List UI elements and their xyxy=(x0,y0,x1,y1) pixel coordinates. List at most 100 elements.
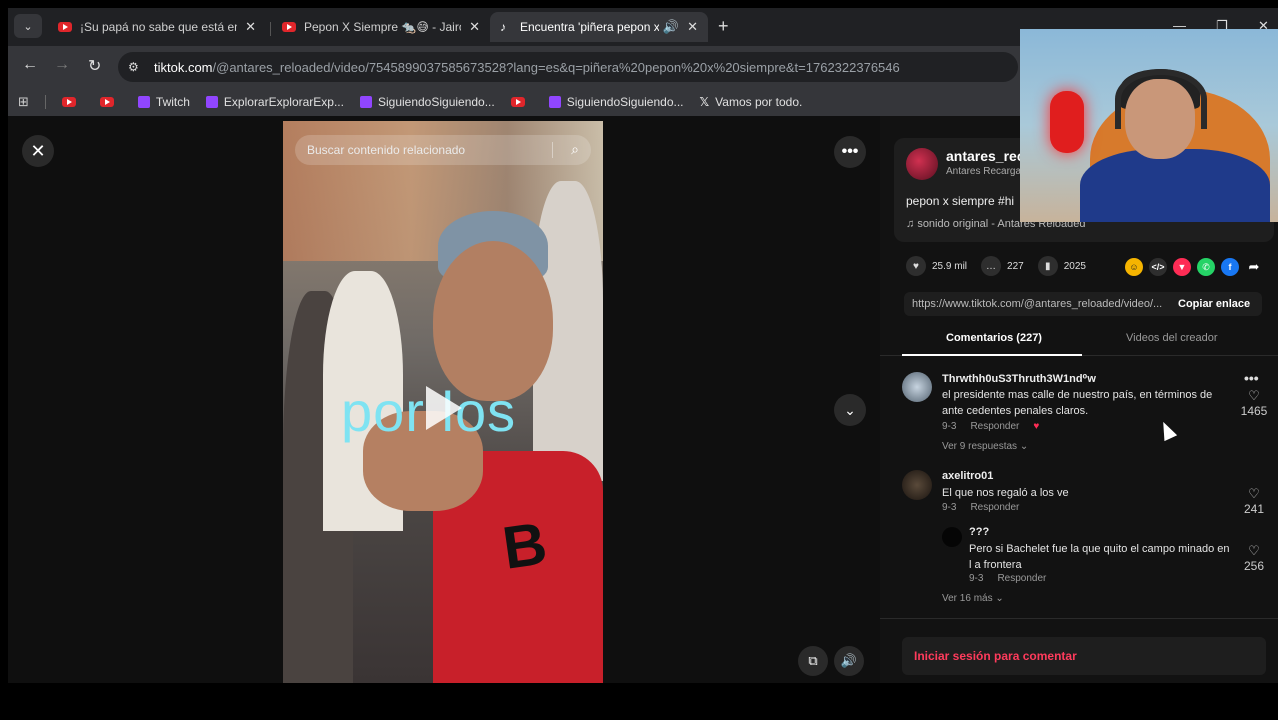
post-description: pepon x siempre #hi xyxy=(906,194,1015,208)
related-search-input[interactable]: Buscar contenido relacionado ⌕ xyxy=(295,135,591,165)
twitch-icon xyxy=(205,96,218,108)
tab-creator-videos[interactable]: Videos del creador xyxy=(1126,332,1218,344)
comment-meta: 9-3 Responder xyxy=(969,573,1047,584)
creator-username[interactable]: antares_rec xyxy=(946,148,1025,164)
more-options-button[interactable]: ••• xyxy=(834,136,866,168)
reply-button[interactable]: Responder xyxy=(970,502,1019,513)
comment-tabs: Comentarios (227) Videos del creador xyxy=(880,322,1278,356)
bookmark-twitch[interactable]: Twitch xyxy=(137,95,190,109)
reply-button[interactable]: Responder xyxy=(997,573,1046,584)
bookmark-youtube-2[interactable] xyxy=(99,97,122,107)
tiktok-icon: ♪ xyxy=(500,19,506,34)
comment-username[interactable]: Thrwthh0uS3Thruth3W1nd⁰w xyxy=(942,372,1096,385)
whatsapp-icon[interactable]: ✆ xyxy=(1197,258,1215,276)
view-more-replies-button[interactable]: Ver 16 más ⌄ xyxy=(942,593,1004,604)
avatar[interactable] xyxy=(902,372,932,402)
twitch-icon xyxy=(548,96,561,108)
new-tab-button[interactable]: + xyxy=(718,16,729,37)
apps-grid-icon[interactable]: ⊞ xyxy=(18,94,29,110)
close-tab-icon[interactable]: ✕ xyxy=(687,19,698,35)
music-note-icon: ♫ xyxy=(906,218,918,230)
tab-label: Encuentra 'piñera pepon x s xyxy=(520,20,659,34)
tab-comments[interactable]: Comentarios (227) xyxy=(946,332,1042,344)
tab-label: Pepon X Siempre 🐀😅 - Jairo V xyxy=(304,20,462,34)
tab-2[interactable]: Pepon X Siempre 🐀😅 - Jairo V ✕ xyxy=(272,12,490,42)
close-tab-icon[interactable]: ✕ xyxy=(245,19,256,35)
address-bar[interactable]: ⚙ tiktok.com/@antares_reloaded/video/754… xyxy=(118,52,1018,82)
heart-outline-icon: ♡ xyxy=(1248,543,1260,558)
comment-username[interactable]: ??? xyxy=(969,526,989,538)
heart-outline-icon: ♡ xyxy=(1248,388,1260,403)
bookmark-icon: ▮ xyxy=(1037,256,1058,276)
tab-3-active[interactable]: ♪ Encuentra 'piñera pepon x s 🔊 ✕ xyxy=(490,12,708,42)
play-icon[interactable] xyxy=(426,386,462,430)
tab-1[interactable]: ¡Su papá no sabe que está emb ✕ xyxy=(48,12,266,42)
video-player[interactable]: B Buscar contenido relacionado ⌕ por los xyxy=(283,121,603,683)
comment-meta: 9-3 Responder ♥ xyxy=(942,421,1040,432)
bookmark-youtube-3[interactable] xyxy=(510,97,533,107)
microphone-icon xyxy=(1050,91,1084,153)
site-settings-icon[interactable]: ⚙ xyxy=(128,60,146,74)
creator-liked-icon: ♥ xyxy=(1033,421,1040,432)
youtube-icon xyxy=(282,22,296,32)
post-link[interactable]: https://www.tiktok.com/@antares_reloaded… xyxy=(904,298,1172,310)
bookmark-explorar[interactable]: ExplorarExplorarExp... xyxy=(205,95,344,109)
close-video-button[interactable]: ✕ xyxy=(22,135,54,167)
comment-text: El que nos regaló a los ve xyxy=(942,487,1069,499)
volume-icon[interactable]: 🔊 xyxy=(834,646,864,676)
facebook-icon[interactable]: f xyxy=(1221,258,1239,276)
like-stat[interactable]: ♥ 25.9 mil xyxy=(906,256,967,276)
reply-button[interactable]: Responder xyxy=(970,421,1019,432)
forward-icon[interactable]: → xyxy=(54,56,70,74)
repost-icon[interactable]: ☺ xyxy=(1125,258,1143,276)
comment-like[interactable]: ♡ 256 xyxy=(1234,543,1274,573)
youtube-icon xyxy=(99,97,114,107)
avatar[interactable] xyxy=(942,527,962,547)
url-text: tiktok.com/@antares_reloaded/video/75458… xyxy=(154,59,900,75)
picture-in-picture-icon[interactable]: ⧉ xyxy=(798,646,828,676)
bookmark-siguiendo-2[interactable]: SiguiendoSiguiendo... xyxy=(548,95,684,109)
youtube-icon xyxy=(58,22,72,32)
back-icon[interactable]: ← xyxy=(22,56,38,74)
embed-icon[interactable]: </> xyxy=(1149,258,1167,276)
bookmark-x[interactable]: 𝕏 Vamos por todo. xyxy=(700,95,803,109)
copy-link-button[interactable]: Copiar enlace xyxy=(1172,298,1250,310)
comment-like[interactable]: ♡ 1465 xyxy=(1234,388,1274,418)
search-icon[interactable]: ⌕ xyxy=(571,141,579,158)
close-tab-icon[interactable]: ✕ xyxy=(469,19,480,35)
bookmark-siguiendo-1[interactable]: SiguiendoSiguiendo... xyxy=(359,95,495,109)
next-video-button[interactable]: ⌄ xyxy=(834,394,866,426)
share-buttons: ☺ </> ▼ ✆ f ➦ xyxy=(1125,258,1263,276)
post-stats: ♥ 25.9 mil … 227 ▮ 2025 xyxy=(906,256,1086,276)
heart-outline-icon: ♡ xyxy=(1248,486,1260,501)
x-icon: 𝕏 xyxy=(699,95,710,109)
login-to-comment-button[interactable]: Iniciar sesión para comentar xyxy=(902,637,1266,675)
youtube-icon xyxy=(510,97,525,107)
comment-username[interactable]: axelitro01 xyxy=(942,470,993,482)
twitch-icon xyxy=(137,96,150,108)
comment-text: Pero si Bachelet fue la que quito el cam… xyxy=(969,543,1230,571)
screen: ⌄ ¡Su papá no sabe que está emb ✕ Pepon … xyxy=(0,0,1278,720)
reload-icon[interactable]: ↻ xyxy=(88,56,101,76)
tab-label: ¡Su papá no sabe que está emb xyxy=(80,20,238,34)
creator-avatar[interactable] xyxy=(906,148,938,180)
send-icon[interactable]: ▼ xyxy=(1173,258,1191,276)
copy-link-box: https://www.tiktok.com/@antares_reloaded… xyxy=(904,292,1262,316)
webcam-overlay xyxy=(1020,29,1278,222)
comment-stat[interactable]: … 227 xyxy=(981,256,1024,276)
comment-options-icon[interactable]: ••• xyxy=(1244,370,1259,386)
twitch-icon xyxy=(359,96,372,108)
comment-icon: … xyxy=(981,256,1002,276)
creator-nickname: Antares Recarga xyxy=(946,166,1022,177)
comment-like[interactable]: ♡ 241 xyxy=(1234,486,1274,516)
comment-meta: 9-3 Responder xyxy=(942,502,1020,513)
bookmark-youtube-1[interactable] xyxy=(61,97,84,107)
save-stat[interactable]: ▮ 2025 xyxy=(1037,256,1086,276)
tab-search-chevron-icon[interactable]: ⌄ xyxy=(14,14,42,38)
view-replies-button[interactable]: Ver 9 respuestas ⌄ xyxy=(942,441,1028,452)
audio-playing-icon: 🔊 xyxy=(662,19,680,34)
share-arrow-icon[interactable]: ➦ xyxy=(1245,258,1263,276)
heart-icon: ♥ xyxy=(906,256,926,276)
avatar[interactable] xyxy=(902,470,932,500)
youtube-icon xyxy=(61,97,76,107)
